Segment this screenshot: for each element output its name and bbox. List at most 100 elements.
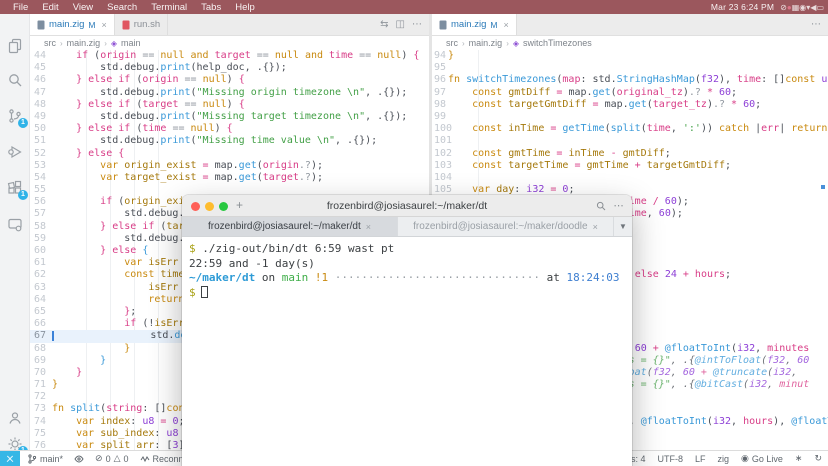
zoom-traffic-light[interactable] bbox=[219, 202, 228, 211]
minimize-traffic-light[interactable] bbox=[205, 202, 214, 211]
line-number: 95 bbox=[432, 62, 448, 74]
code-line[interactable]: 94} bbox=[432, 50, 828, 62]
breadcrumb-separator: › bbox=[60, 39, 63, 48]
zig-file-icon bbox=[439, 20, 447, 30]
line-number: 102 bbox=[432, 148, 448, 160]
menu-item-view[interactable]: View bbox=[66, 2, 100, 13]
code-line[interactable]: 101 bbox=[432, 135, 828, 147]
battery-icon[interactable]: ▭ bbox=[816, 3, 824, 12]
breadcrumb-item[interactable]: src bbox=[446, 38, 458, 48]
line-number: 63 bbox=[30, 282, 52, 294]
terminal-tab-close-icon[interactable]: × bbox=[593, 222, 598, 232]
line-number: 58 bbox=[30, 221, 52, 233]
problems-item[interactable]: ⊘ 0 △ 0 bbox=[95, 453, 129, 464]
extensions-icon[interactable]: 1 bbox=[7, 180, 23, 196]
line-number: 66 bbox=[30, 318, 52, 330]
code-line[interactable]: 48 } else if (target == null) { bbox=[30, 99, 429, 111]
code-line[interactable]: 104 bbox=[432, 172, 828, 184]
editor-actions[interactable]: ⋯ bbox=[804, 14, 828, 35]
code-line[interactable]: 46 } else if (origin == null) { bbox=[30, 74, 429, 86]
code-line[interactable]: 53 var origin_exist = map.get(origin.?); bbox=[30, 160, 429, 172]
menu-item-tabs[interactable]: Tabs bbox=[194, 2, 228, 13]
tab-close-icon[interactable]: × bbox=[503, 20, 508, 30]
account-icon[interactable] bbox=[7, 410, 23, 426]
editor-actions[interactable]: ⇆ ◫ ⋯ bbox=[373, 14, 429, 35]
code-line[interactable]: 103 const targetTime = gmtTime + targetG… bbox=[432, 160, 828, 172]
tab-main-zig[interactable]: main.zig M × bbox=[30, 14, 115, 35]
terminal-tab-doodle[interactable]: frozenbird@josiasaurel:~/maker/doodle × bbox=[398, 217, 614, 236]
menu-item-help[interactable]: Help bbox=[228, 2, 262, 13]
line-number: 59 bbox=[30, 233, 52, 245]
code-text: } else if (time == null) { bbox=[52, 123, 429, 135]
editor-action-icon[interactable]: ⋯ bbox=[811, 19, 821, 30]
terminal-tab-dropdown-icon[interactable]: ▼ bbox=[614, 217, 632, 236]
app-dot-icon[interactable]: ● bbox=[787, 3, 792, 12]
terminal-more-icon[interactable]: ⋯ bbox=[614, 200, 625, 212]
code-line[interactable]: 54 var target_exist = map.get(target.?); bbox=[30, 172, 429, 184]
status-encoding[interactable]: UTF-8 bbox=[657, 454, 683, 464]
remote-explorer-icon[interactable] bbox=[7, 216, 23, 232]
terminal-content[interactable]: $ ./zig-out/bin/dt 6:59 wast pt22:59 and… bbox=[182, 237, 632, 305]
line-number: 45 bbox=[30, 62, 52, 74]
breadcrumb[interactable]: src›main.zig›◈switchTimezones bbox=[432, 36, 828, 50]
scm-badge: 1 bbox=[18, 118, 28, 128]
tab-close-icon[interactable]: × bbox=[101, 20, 106, 30]
line-number: 73 bbox=[30, 403, 52, 415]
tab-main-zig-right[interactable]: main.zig M × bbox=[432, 14, 517, 35]
close-traffic-light[interactable] bbox=[191, 202, 200, 211]
code-text: std.debug.print("Missing origin timezone… bbox=[52, 87, 429, 99]
git-branch-item[interactable]: main* bbox=[27, 454, 63, 464]
mute-icon[interactable]: ⊘ bbox=[780, 3, 787, 12]
menu-item-file[interactable]: File bbox=[6, 2, 35, 13]
status-sync-icon[interactable]: ↻ bbox=[814, 453, 822, 464]
code-line[interactable]: 50 } else if (time == null) { bbox=[30, 123, 429, 135]
source-control-icon[interactable]: 1 bbox=[7, 108, 23, 124]
menu-item-edit[interactable]: Edit bbox=[35, 2, 65, 13]
breadcrumb-item[interactable]: switchTimezones bbox=[523, 38, 592, 48]
go-live-button[interactable]: ◉Go Live bbox=[741, 453, 783, 464]
status-eol[interactable]: LF bbox=[695, 454, 706, 464]
code-line[interactable]: 99 bbox=[432, 111, 828, 123]
code-line[interactable]: 45 std.debug.print(help_doc, .{}); bbox=[30, 62, 429, 74]
code-line[interactable]: 51 std.debug.print("Missing time value \… bbox=[30, 135, 429, 147]
code-line[interactable]: 102 const gmtTime = inTime - gmtDiff; bbox=[432, 148, 828, 160]
breadcrumb-item[interactable]: src bbox=[44, 38, 56, 48]
status-language-mode[interactable]: zig bbox=[718, 454, 730, 464]
code-text: const targetGmtDiff = map.get(target_tz)… bbox=[448, 99, 828, 111]
editor-action-icon[interactable]: ⇆ bbox=[380, 19, 388, 30]
terminal-tab-dt[interactable]: frozenbird@josiasaurel:~/maker/dt × bbox=[182, 217, 398, 236]
gitlens-eye-item[interactable] bbox=[74, 454, 84, 464]
breadcrumb[interactable]: src›main.zig›◈main bbox=[30, 36, 429, 50]
code-line[interactable]: 96fn switchTimezones(map: std.StringHash… bbox=[432, 74, 828, 86]
overview-ruler-marker bbox=[821, 185, 825, 189]
search-icon[interactable] bbox=[7, 72, 23, 88]
code-line[interactable]: 100 const inTime = getTime(split(time, '… bbox=[432, 123, 828, 135]
status-extra-icon[interactable]: ∗ bbox=[795, 453, 803, 464]
menu-item-terminal[interactable]: Terminal bbox=[144, 2, 194, 13]
line-number: 56 bbox=[30, 196, 52, 208]
terminal-window[interactable]: + frozenbird@josiasaurel:~/maker/dt ⋯ fr… bbox=[182, 195, 632, 466]
editor-action-icon[interactable]: ⋯ bbox=[412, 19, 422, 30]
terminal-titlebar[interactable]: + frozenbird@josiasaurel:~/maker/dt ⋯ bbox=[182, 195, 632, 217]
terminal-tab-close-icon[interactable]: × bbox=[366, 222, 371, 232]
remote-indicator[interactable] bbox=[0, 451, 20, 466]
code-line[interactable]: 97 const gmtDiff = map.get(original_tz).… bbox=[432, 87, 828, 99]
explorer-icon[interactable] bbox=[7, 38, 23, 54]
code-line[interactable]: 95 bbox=[432, 62, 828, 74]
code-line[interactable]: 52 } else { bbox=[30, 148, 429, 160]
breadcrumb-item[interactable]: main bbox=[121, 38, 141, 48]
code-line[interactable]: 49 std.debug.print("Missing target timez… bbox=[30, 111, 429, 123]
code-line[interactable]: 98 const targetGmtDiff = map.get(target_… bbox=[432, 99, 828, 111]
breadcrumb-item[interactable]: main.zig bbox=[67, 38, 101, 48]
code-line[interactable]: 47 std.debug.print("Missing origin timez… bbox=[30, 87, 429, 99]
new-tab-button[interactable]: + bbox=[236, 198, 243, 212]
editor-action-icon[interactable]: ◫ bbox=[396, 19, 405, 30]
tab-label: main.zig bbox=[451, 19, 486, 30]
branch-icon bbox=[27, 454, 37, 464]
terminal-search-icon[interactable] bbox=[596, 201, 606, 211]
run-debug-icon[interactable] bbox=[7, 144, 23, 160]
code-line[interactable]: 44 if (origin == null and target == null… bbox=[30, 50, 429, 62]
breadcrumb-item[interactable]: main.zig bbox=[469, 38, 503, 48]
menu-item-search[interactable]: Search bbox=[100, 2, 144, 13]
tab-run-sh[interactable]: run.sh bbox=[115, 14, 168, 35]
